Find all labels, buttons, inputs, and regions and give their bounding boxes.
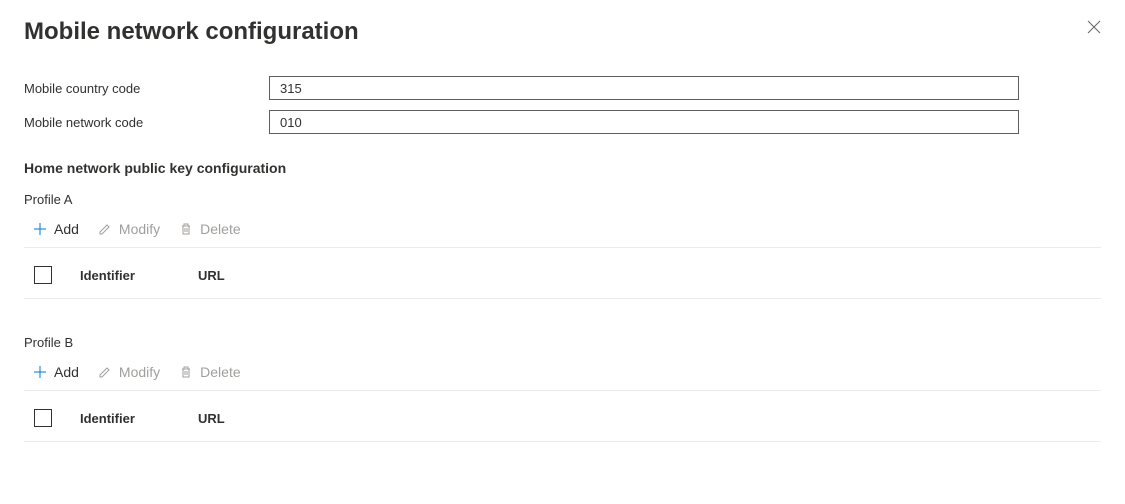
page-title: Mobile network configuration [24,18,1101,46]
delete-label: Delete [200,364,240,380]
mobile-country-code-row: Mobile country code [24,76,1101,100]
trash-icon [178,364,194,380]
profile-a-add-button[interactable]: Add [30,219,81,239]
column-url: URL [198,268,1091,283]
modify-label: Modify [119,221,160,237]
profile-b-table-header: Identifier URL [24,391,1101,442]
mobile-country-code-label: Mobile country code [24,81,269,96]
plus-icon [32,364,48,380]
profile-b-select-all-checkbox[interactable] [34,409,52,427]
profile-b-label: Profile B [24,335,1101,350]
profile-a-label: Profile A [24,192,1101,207]
delete-label: Delete [200,221,240,237]
profile-a-delete-button: Delete [176,219,242,239]
column-identifier: Identifier [80,411,198,426]
profile-a-modify-button: Modify [95,219,162,239]
profile-a-select-all-checkbox[interactable] [34,266,52,284]
pencil-icon [97,221,113,237]
profile-b-add-button[interactable]: Add [30,362,81,382]
home-network-section-title: Home network public key configuration [24,160,1101,176]
column-identifier: Identifier [80,268,198,283]
plus-icon [32,221,48,237]
trash-icon [178,221,194,237]
profile-a-table-header: Identifier URL [24,248,1101,299]
pencil-icon [97,364,113,380]
column-url: URL [198,411,1091,426]
profile-b-delete-button: Delete [176,362,242,382]
add-label: Add [54,221,79,237]
mobile-network-code-label: Mobile network code [24,115,269,130]
modify-label: Modify [119,364,160,380]
mobile-network-config-panel: Mobile network configuration Mobile coun… [0,0,1125,504]
mobile-network-code-row: Mobile network code [24,110,1101,134]
close-icon [1087,20,1101,34]
mobile-network-code-input[interactable] [269,110,1019,134]
mobile-country-code-input[interactable] [269,76,1019,100]
profile-b-toolbar: Add Modify Delete [24,360,1101,391]
profile-a-toolbar: Add Modify Delete [24,217,1101,248]
add-label: Add [54,364,79,380]
close-button[interactable] [1085,18,1103,36]
profile-b-modify-button: Modify [95,362,162,382]
